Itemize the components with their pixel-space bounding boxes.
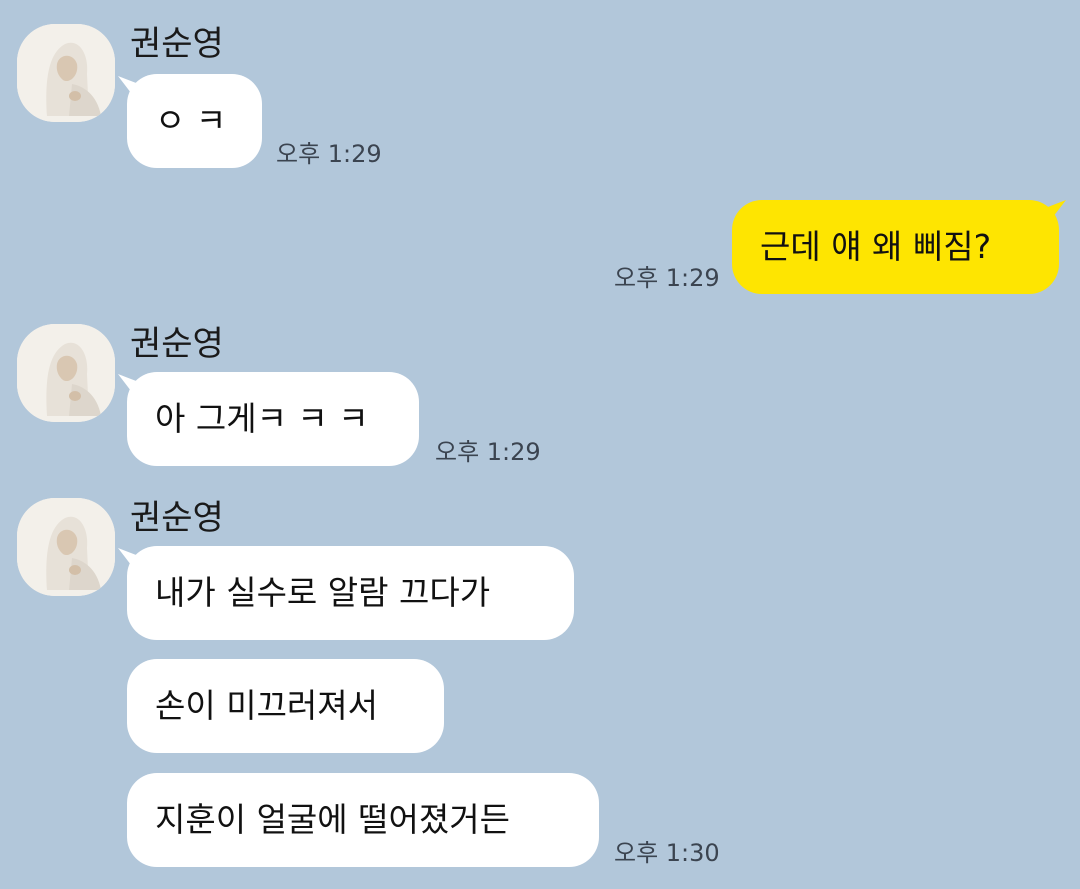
- message-text: 지훈이 얼굴에 떨어졌거든: [155, 800, 510, 839]
- message-bubble-outgoing[interactable]: 근데 얘 왜 삐짐?: [732, 200, 1059, 294]
- message-text: 아 그게ㅋ ㅋ ㅋ: [155, 399, 369, 438]
- message-time: 오후 1:29: [276, 140, 382, 168]
- sender-name: 권순영: [130, 24, 224, 64]
- message-bubble-incoming[interactable]: ㅇ ㅋ: [127, 74, 262, 168]
- avatar[interactable]: [17, 24, 115, 122]
- profile-photo-icon: [17, 498, 115, 596]
- message-bubble-incoming[interactable]: 내가 실수로 알람 끄다가: [127, 546, 574, 640]
- profile-photo-icon: [17, 24, 115, 122]
- message-time: 오후 1:29: [614, 264, 720, 292]
- sender-name: 권순영: [130, 498, 224, 538]
- profile-photo-icon: [17, 324, 115, 422]
- message-text: ㅇ ㅋ: [155, 101, 227, 140]
- message-time: 오후 1:29: [435, 438, 541, 466]
- message-text: 손이 미끄러져서: [155, 686, 379, 725]
- message-text: 근데 얘 왜 삐짐?: [760, 227, 992, 266]
- avatar[interactable]: [17, 324, 115, 422]
- message-bubble-incoming[interactable]: 손이 미끄러져서: [127, 659, 444, 753]
- message-time: 오후 1:30: [614, 839, 720, 867]
- avatar[interactable]: [17, 498, 115, 596]
- message-bubble-incoming[interactable]: 지훈이 얼굴에 떨어졌거든: [127, 773, 599, 867]
- sender-name: 권순영: [130, 324, 224, 364]
- message-text: 내가 실수로 알람 끄다가: [155, 573, 491, 612]
- message-bubble-incoming[interactable]: 아 그게ㅋ ㅋ ㅋ: [127, 372, 419, 466]
